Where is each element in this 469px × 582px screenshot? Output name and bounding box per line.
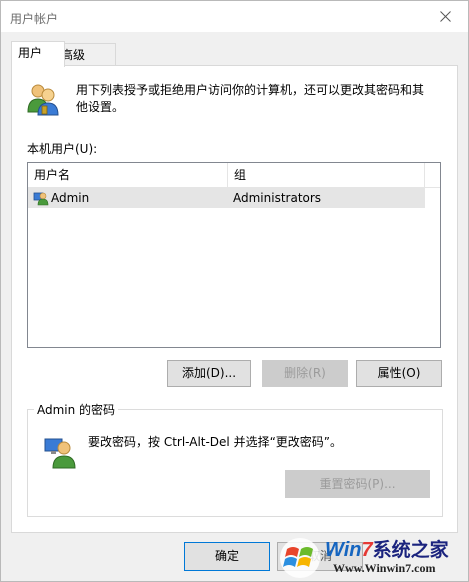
intro-description: 用下列表授予或拒绝用户访问你的计算机，还可以更改其密码和其他设置。 [76,83,425,114]
properties-button[interactable]: 属性(O) [356,360,442,387]
users-icon [26,82,60,116]
user-icon [33,192,49,206]
reset-password-button[interactable]: 重置密码(P)... [285,470,430,498]
column-username[interactable]: 用户名 [28,163,228,187]
window-title: 用户帐户 [10,12,59,26]
watermark-seven: 7 [361,539,373,561]
ok-button[interactable]: 确定 [184,542,270,571]
list-header: 用户名 组 [28,163,440,188]
watermark: Win7系统之家 Www.Winwin7.com [273,529,469,581]
close-icon [440,11,451,22]
add-user-button[interactable]: 添加(D)... [167,360,251,387]
password-instructions: 要改密码，按 Ctrl-Alt-Del 并选择“更改密码”。 [88,435,343,449]
password-user-icon [43,435,77,469]
column-group[interactable]: 组 [228,163,425,187]
windows-logo-icon [280,538,320,578]
watermark-win: Win [325,539,362,561]
local-users-list[interactable]: 用户名 组 Admin Administrators [27,162,441,348]
close-button[interactable] [423,1,468,32]
tab-users[interactable]: 用户 [11,41,65,67]
table-row[interactable]: Admin Administrators [28,188,425,208]
password-group: Admin 的密码 要改密码，按 Ctrl-Alt-Del 并选择“更改密码”。… [27,401,443,517]
watermark-cn: 系统之家 [372,540,449,561]
password-group-legend: Admin 的密码 [34,401,119,418]
remove-user-button[interactable]: 删除(R) [262,360,348,387]
watermark-brand: Win7系统之家 [325,535,449,562]
title-bar[interactable]: 用户帐户 [1,1,468,32]
cell-group: Administrators [233,191,322,205]
local-users-label: 本机用户(U): [27,142,98,156]
column-separator[interactable] [424,163,425,187]
watermark-url: Www.Winwin7.com [333,561,436,575]
cell-username: Admin [51,191,90,205]
user-accounts-dialog: 用户帐户 用户 高级 用下列表授予或拒绝用户访问你的计算机，还可以更改其密码和其… [0,0,469,582]
users-tab-panel: 用下列表授予或拒绝用户访问你的计算机，还可以更改其密码和其他设置。 本机用户(U… [11,65,458,533]
tab-users-label: 用户 [18,46,43,60]
